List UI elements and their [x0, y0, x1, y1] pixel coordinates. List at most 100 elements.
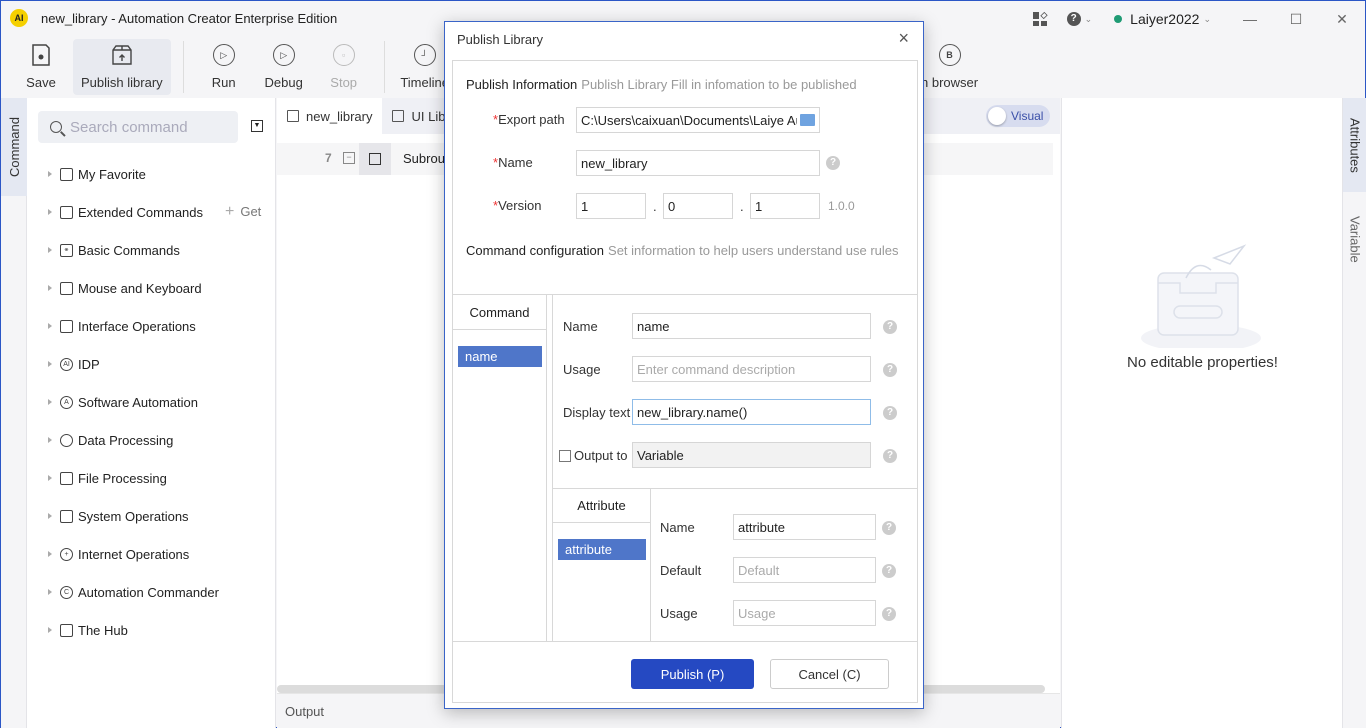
version-minor-input[interactable] [663, 193, 733, 219]
pie-chart-icon [60, 433, 73, 447]
command-name-label: Name [563, 319, 598, 334]
publish-library-button[interactable]: Publish library [73, 39, 171, 95]
export-path-input[interactable] [576, 107, 820, 133]
version-patch-input[interactable] [750, 193, 820, 219]
dialog-close-icon[interactable]: × [898, 28, 909, 49]
apps-grid-icon[interactable] [1032, 11, 1048, 26]
caret-right-icon [48, 399, 52, 405]
tree-item-internet-operations[interactable]: + Internet Operations [27, 535, 276, 573]
caret-right-icon [48, 551, 52, 557]
command-usage-input[interactable] [632, 356, 871, 382]
tree-item-the-hub[interactable]: The Hub [27, 611, 276, 649]
caret-right-icon [48, 285, 52, 291]
output-variable-input[interactable] [632, 442, 871, 468]
interface-icon [60, 319, 73, 333]
help-icon[interactable]: ? [826, 156, 840, 170]
debug-button[interactable]: ▷ Debug [256, 39, 312, 95]
clock-icon: ┘ [413, 43, 437, 67]
search-box[interactable] [38, 111, 238, 143]
help-icon[interactable]: ? [883, 363, 897, 377]
open-in-browser-button[interactable]: B n browser [921, 39, 978, 90]
tree-item-basic-commands[interactable]: ⚭ Basic Commands [27, 231, 276, 269]
command-list-item[interactable]: name [458, 346, 542, 367]
attribute-list-item[interactable]: attribute [558, 539, 646, 560]
tree-item-my-favorite[interactable]: My Favorite [27, 155, 276, 193]
tree-item-data-processing[interactable]: Data Processing [27, 421, 276, 459]
publish-button[interactable]: Publish (P) [631, 659, 754, 689]
visual-toggle[interactable]: Visual [986, 105, 1050, 127]
help-icon[interactable]: ? [883, 449, 897, 463]
help-menu[interactable]: ? ⌄ [1066, 12, 1093, 26]
stop-button[interactable]: ▫ Stop [316, 39, 372, 95]
attribute-default-input[interactable] [733, 557, 876, 583]
help-icon[interactable]: ? [883, 406, 897, 420]
tree-item-software-automation[interactable]: A Software Automation [27, 383, 276, 421]
folder-open-icon[interactable] [800, 114, 815, 126]
basic-icon: ⚭ [60, 243, 73, 257]
folder-icon [60, 167, 73, 181]
caret-right-icon [48, 437, 52, 443]
attribute-default-label: Default [660, 563, 702, 578]
help-icon[interactable]: ? [882, 564, 896, 578]
dialog-body: Publish Information Publish Library Fill … [452, 60, 918, 703]
search-command-input[interactable] [70, 118, 220, 136]
minimize-button[interactable]: — [1227, 11, 1273, 27]
attribute-list: Attribute attribute [553, 489, 651, 642]
online-status-icon [1114, 15, 1123, 23]
empty-box-illustration [1141, 244, 1261, 348]
plus-icon: + [225, 203, 235, 220]
command-name-input[interactable] [632, 313, 871, 339]
attribute-section: Attribute attribute Name ? Default ? Usa… [553, 488, 918, 642]
cancel-button[interactable]: Cancel (C) [770, 659, 889, 689]
attribute-name-label: Name [660, 520, 695, 535]
tree-item-system-operations[interactable]: System Operations [27, 497, 276, 535]
name-label: *Name [493, 155, 533, 170]
attribute-usage-label: Usage [660, 606, 698, 621]
chevron-down-icon: ⌄ [1084, 13, 1093, 24]
dialog-title: Publish Library [457, 32, 543, 47]
attribute-usage-input[interactable] [733, 600, 876, 626]
help-icon[interactable]: ? [882, 607, 896, 621]
tab-new-library[interactable]: new_library [277, 98, 383, 134]
attribute-name-input[interactable] [733, 514, 876, 540]
save-button[interactable]: Save [13, 39, 69, 95]
app-logo-icon: AI [10, 9, 28, 27]
caret-right-icon [48, 627, 52, 633]
collapse-all-button[interactable]: ▼ [251, 120, 263, 132]
tree-item-file-processing[interactable]: File Processing [27, 459, 276, 497]
export-path-label: *Export path [493, 112, 565, 127]
subroutine-icon [359, 143, 391, 175]
caret-right-icon [48, 171, 52, 177]
user-menu[interactable]: Laiyer2022 ⌄ [1114, 11, 1211, 27]
current-version-hint: 1.0.0 [828, 199, 855, 213]
tab-attributes[interactable]: Attributes [1343, 98, 1366, 192]
help-icon[interactable]: ? [883, 320, 897, 334]
fold-toggle-icon[interactable]: − [343, 152, 355, 164]
maximize-button[interactable]: ☐ [1273, 11, 1319, 28]
tree-item-extended-commands[interactable]: Extended Commands + Get [27, 193, 276, 231]
right-side-tabs: Attributes Variable [1342, 98, 1366, 728]
display-text-input[interactable] [632, 399, 871, 425]
tree-item-automation-commander[interactable]: C Automation Commander [27, 573, 276, 611]
tab-variable[interactable]: Variable [1343, 192, 1366, 286]
version-major-input[interactable] [576, 193, 646, 219]
tab-command[interactable]: Command [1, 98, 27, 196]
dialog-footer: Publish (P) Cancel (C) [453, 641, 917, 703]
idp-icon: AI [60, 357, 73, 371]
properties-panel: No editable properties! [1061, 98, 1342, 728]
help-icon[interactable]: ? [882, 521, 896, 535]
toolbar-divider [383, 41, 385, 93]
tree-item-idp[interactable]: AI IDP [27, 345, 276, 383]
get-extensions-button[interactable]: + Get [225, 203, 261, 221]
tree-item-interface-operations[interactable]: Interface Operations [27, 307, 276, 345]
close-button[interactable]: ✕ [1319, 11, 1365, 28]
library-icon [287, 110, 299, 122]
output-to-label: Output to [574, 448, 628, 463]
mouse-keyboard-icon [60, 281, 73, 295]
caret-right-icon [48, 247, 52, 253]
run-button[interactable]: ▷ Run [196, 39, 252, 95]
version-separator: . [653, 199, 657, 214]
library-name-input[interactable] [576, 150, 820, 176]
tree-item-mouse-keyboard[interactable]: Mouse and Keyboard [27, 269, 276, 307]
output-to-checkbox[interactable] [559, 450, 571, 462]
